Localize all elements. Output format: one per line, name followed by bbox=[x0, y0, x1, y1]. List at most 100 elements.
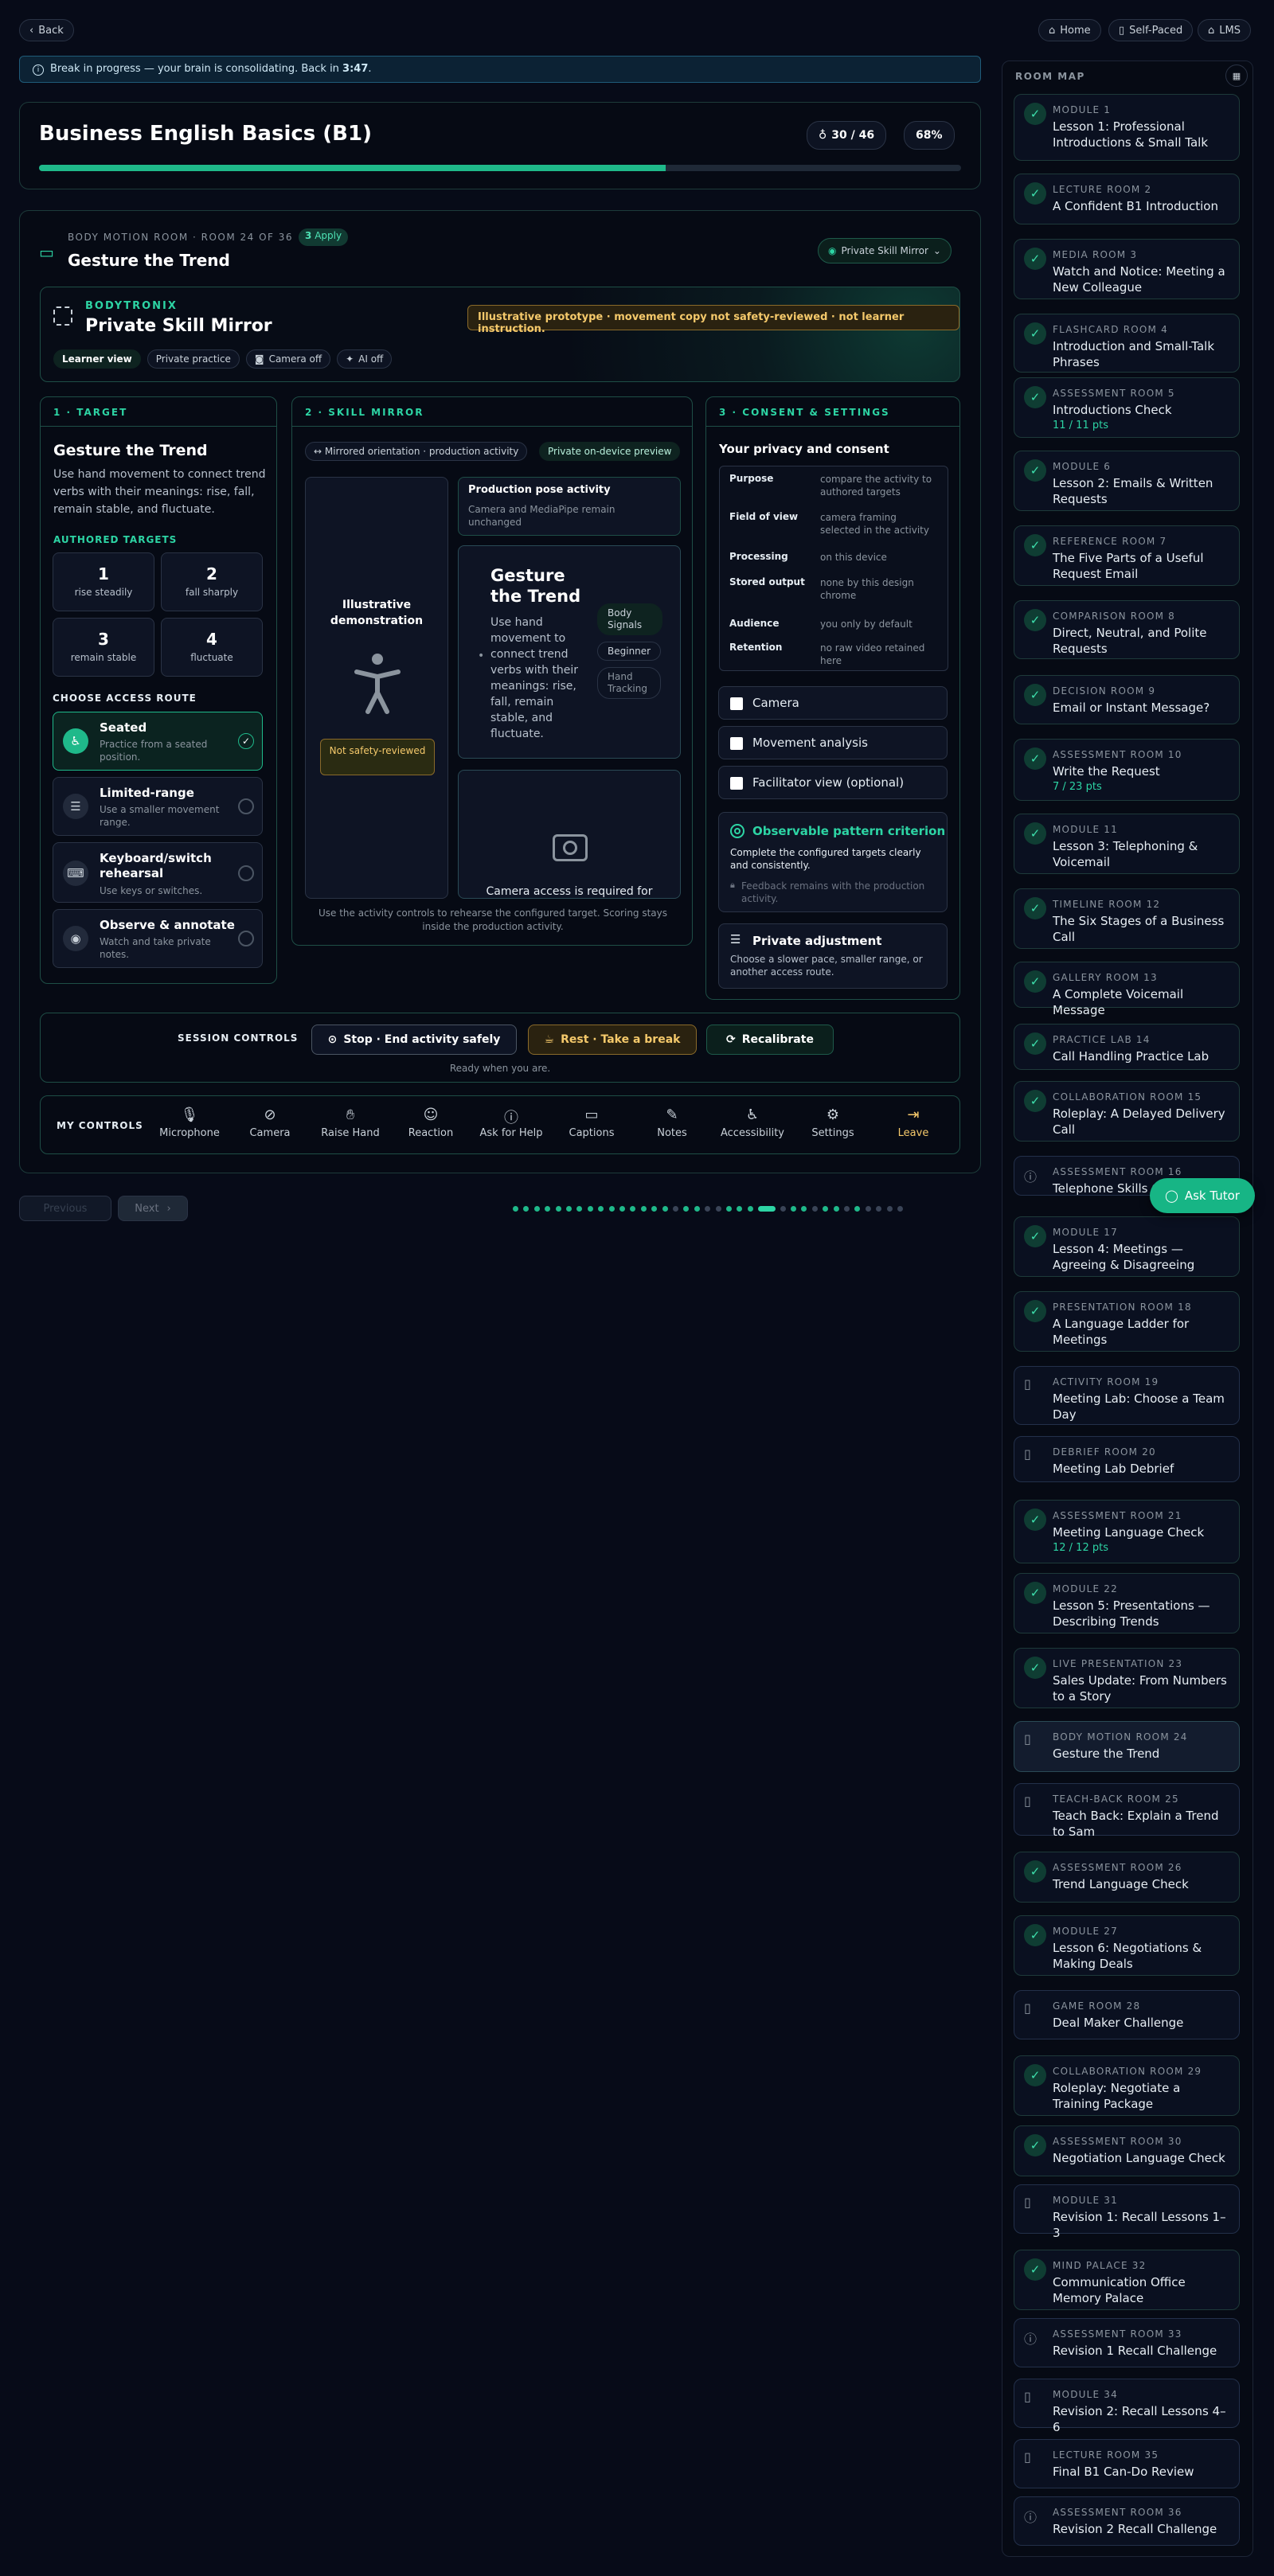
room-map-item[interactable]: ✓ ASSESSMENT ROOM 5 Introductions Check 11 … bbox=[1014, 377, 1240, 438]
room-dot[interactable] bbox=[683, 1206, 690, 1212]
room-dot[interactable] bbox=[811, 1206, 818, 1212]
room-dot[interactable] bbox=[705, 1206, 711, 1212]
room-map-item[interactable]: ✓ COMPARISON ROOM 8 Direct, Neutral, and P… bbox=[1014, 600, 1240, 659]
checkbox[interactable] bbox=[730, 697, 743, 710]
room-dot[interactable] bbox=[651, 1206, 658, 1212]
room-dot[interactable] bbox=[801, 1206, 807, 1212]
room-dot[interactable] bbox=[608, 1206, 615, 1212]
room-map-item[interactable]: ▯ BODY MOTION ROOM 24 Gesture the Trend bbox=[1014, 1721, 1240, 1772]
settings-button[interactable]: ⚙︎ Settings bbox=[793, 1107, 873, 1139]
room-dot[interactable] bbox=[619, 1206, 625, 1212]
room-map-item[interactable]: ▯ MODULE 34 Revision 2: Recall Lessons 4–6 bbox=[1014, 2379, 1240, 2434]
room-dot[interactable] bbox=[886, 1206, 893, 1212]
checkbox[interactable] bbox=[730, 737, 743, 750]
route-observe-annotate[interactable]: ◉ Observe & annotate Watch and take privat… bbox=[53, 909, 263, 968]
captions-button[interactable]: ▭ Captions bbox=[552, 1107, 631, 1139]
room-dot[interactable] bbox=[598, 1206, 604, 1212]
room-dot[interactable] bbox=[630, 1206, 636, 1212]
camera-button[interactable]: ⊘ Camera bbox=[230, 1107, 310, 1139]
room-dot[interactable] bbox=[897, 1206, 903, 1212]
room-map-item[interactable]: ✓ DECISION ROOM 9 Email or Instant Message… bbox=[1014, 675, 1240, 724]
room-map-item[interactable]: ✓ MIND PALACE 32 Communication Office Memo… bbox=[1014, 2250, 1240, 2310]
route-seated[interactable]: ♿ Seated Practice from a seated position. ✓ bbox=[53, 712, 263, 771]
leave-button[interactable]: ⇥ Leave bbox=[873, 1107, 953, 1139]
ask-tutor-button[interactable]: ◯ Ask Tutor bbox=[1150, 1178, 1255, 1213]
room-map-item[interactable]: ✓ LIVE PRESENTATION 23 Sales Update: From … bbox=[1014, 1648, 1240, 1708]
room-map-item[interactable]: ✓ MODULE 17 Lesson 4: Meetings — Agreeing … bbox=[1014, 1216, 1240, 1277]
reaction-button[interactable]: ☺ Reaction bbox=[391, 1107, 471, 1139]
radio[interactable] bbox=[238, 931, 254, 946]
room-dot[interactable] bbox=[587, 1206, 593, 1212]
room-dot[interactable] bbox=[823, 1206, 829, 1212]
route-keyboard-switch[interactable]: ⌨ Keyboard/switch rehearsal Use keys or sw… bbox=[53, 842, 263, 903]
raise-hand-button[interactable]: ✋︎ Raise Hand bbox=[311, 1107, 390, 1139]
room-dot[interactable] bbox=[555, 1206, 561, 1212]
room-dot[interactable] bbox=[876, 1206, 882, 1212]
next-button[interactable]: Next › bbox=[118, 1196, 188, 1221]
room-map-item[interactable]: ✓ ASSESSMENT ROOM 30 Negotiation Language … bbox=[1014, 2125, 1240, 2176]
room-map-item[interactable]: ✓ REFERENCE ROOM 7 The Five Parts of a Use… bbox=[1014, 525, 1240, 586]
room-map-item[interactable]: ✓ COLLABORATION ROOM 15 Roleplay: A Delaye… bbox=[1014, 1081, 1240, 1142]
room-map-item[interactable]: ✓ COLLABORATION ROOM 29 Roleplay: Negotiat… bbox=[1014, 2055, 1240, 2116]
room-map-item[interactable]: ▯ LECTURE ROOM 35 Final B1 Can-Do Review bbox=[1014, 2439, 1240, 2488]
room-map-item[interactable]: ✓ MODULE 27 Lesson 6: Negotiations & Makin… bbox=[1014, 1915, 1240, 1976]
notes-button[interactable]: ✎ Notes bbox=[632, 1107, 712, 1139]
room-map-item[interactable]: ✓ PRACTICE LAB 14 Call Handling Practice L… bbox=[1014, 1024, 1240, 1070]
microphone-button[interactable]: 🎙︎ Microphone bbox=[150, 1107, 229, 1139]
previous-button[interactable]: Previous bbox=[19, 1196, 111, 1221]
room-map-item[interactable]: ✓ MODULE 6 Lesson 2: Emails & Written Requ… bbox=[1014, 451, 1240, 511]
stop-button[interactable]: ⊙ Stop · End activity safely bbox=[311, 1025, 517, 1055]
room-dot[interactable] bbox=[662, 1206, 668, 1212]
room-map-item[interactable]: ✓ GALLERY ROOM 13 A Complete Voicemail Mes… bbox=[1014, 962, 1240, 1017]
room-map-item[interactable]: ✓ MODULE 11 Lesson 3: Telephoning & Voicem… bbox=[1014, 814, 1240, 874]
room-map-item[interactable]: ⓘ ASSESSMENT ROOM 33 Revision 1 Recall Cha… bbox=[1014, 2318, 1240, 2367]
private-adjustment-card[interactable]: ☰ Private adjustment Choose a slower pac… bbox=[718, 923, 948, 989]
room-map-item[interactable]: ✓ LECTURE ROOM 2 A Confident B1 Introducti… bbox=[1014, 174, 1240, 224]
room-map-item[interactable]: ▯ DEBRIEF ROOM 20 Meeting Lab Debrief bbox=[1014, 1436, 1240, 1482]
room-map-item[interactable]: ▯ GAME ROOM 28 Deal Maker Challenge bbox=[1014, 1990, 1240, 2039]
checkbox[interactable] bbox=[730, 777, 743, 790]
route-limited-range[interactable]: ☰ Limited-range Use a smaller movement ran… bbox=[53, 777, 263, 836]
lms-link[interactable]: ⌂ LMS bbox=[1198, 19, 1251, 41]
room-map-item[interactable]: ✓ ASSESSMENT ROOM 21 Meeting Language Chec… bbox=[1014, 1500, 1240, 1563]
radio[interactable] bbox=[238, 798, 254, 814]
ask-for-help-button[interactable]: ⓘ Ask for Help bbox=[471, 1107, 551, 1139]
room-dot[interactable] bbox=[780, 1206, 786, 1212]
home-link[interactable]: ⌂ Home bbox=[1038, 19, 1101, 41]
recalibrate-button[interactable]: ⟳ Recalibrate bbox=[706, 1025, 834, 1055]
room-map-item[interactable]: ✓ TIMELINE ROOM 12 The Six Stages of a Bus… bbox=[1014, 888, 1240, 949]
room-dot[interactable] bbox=[513, 1206, 518, 1212]
room-dot[interactable] bbox=[533, 1206, 540, 1212]
room-dot[interactable] bbox=[715, 1206, 721, 1212]
radio[interactable] bbox=[238, 865, 254, 881]
movement-analysis-checkbox[interactable]: Movement analysis bbox=[718, 726, 948, 759]
room-dot[interactable] bbox=[545, 1206, 551, 1212]
collapse-map-button[interactable]: ▦ bbox=[1225, 64, 1248, 87]
room-map-item[interactable]: ✓ MODULE 22 Lesson 5: Presentations — Desc… bbox=[1014, 1573, 1240, 1633]
room-dot[interactable] bbox=[566, 1206, 572, 1212]
back-button[interactable]: ‹ Back bbox=[19, 19, 74, 41]
room-dot[interactable] bbox=[747, 1206, 753, 1212]
room-map-item[interactable]: ✓ MODULE 1 Lesson 1: Professional Introduc… bbox=[1014, 94, 1240, 161]
room-map-item[interactable]: ▯ MODULE 31 Revision 1: Recall Lessons 1–3 bbox=[1014, 2184, 1240, 2240]
camera-consent-checkbox[interactable]: Camera bbox=[718, 686, 948, 720]
room-dot[interactable] bbox=[737, 1206, 743, 1212]
room-map-item[interactable]: ✓ MEDIA ROOM 3 Watch and Notice: Meeting a… bbox=[1014, 239, 1240, 299]
room-dot[interactable] bbox=[833, 1206, 839, 1212]
room-dot[interactable] bbox=[523, 1206, 530, 1212]
accessibility-button[interactable]: ♿︎ Accessibility bbox=[713, 1107, 792, 1139]
room-map-item[interactable]: ✓ PRESENTATION ROOM 18 A Language Ladder f… bbox=[1014, 1291, 1240, 1352]
room-dot[interactable] bbox=[844, 1206, 850, 1212]
room-dot[interactable] bbox=[865, 1206, 871, 1212]
room-dot[interactable] bbox=[576, 1206, 583, 1212]
rest-button[interactable]: ☕︎ Rest · Take a break bbox=[528, 1025, 697, 1055]
room-dot[interactable] bbox=[673, 1206, 678, 1212]
room-map-item[interactable]: ✓ FLASHCARD ROOM 4 Introduction and Small-… bbox=[1014, 314, 1240, 373]
room-dot[interactable] bbox=[640, 1206, 647, 1212]
room-dot[interactable] bbox=[791, 1206, 796, 1212]
self-paced-link[interactable]: ▯ Self-Paced bbox=[1108, 19, 1194, 41]
room-dot[interactable] bbox=[854, 1206, 861, 1212]
room-map-item[interactable]: ✓ ASSESSMENT ROOM 26 Trend Language Check bbox=[1014, 1852, 1240, 1903]
facilitator-view-checkbox[interactable]: Facilitator view (optional) bbox=[718, 766, 948, 799]
private-skill-mirror-toggle[interactable]: ◉ Private Skill Mirror ⌄ bbox=[818, 238, 952, 263]
